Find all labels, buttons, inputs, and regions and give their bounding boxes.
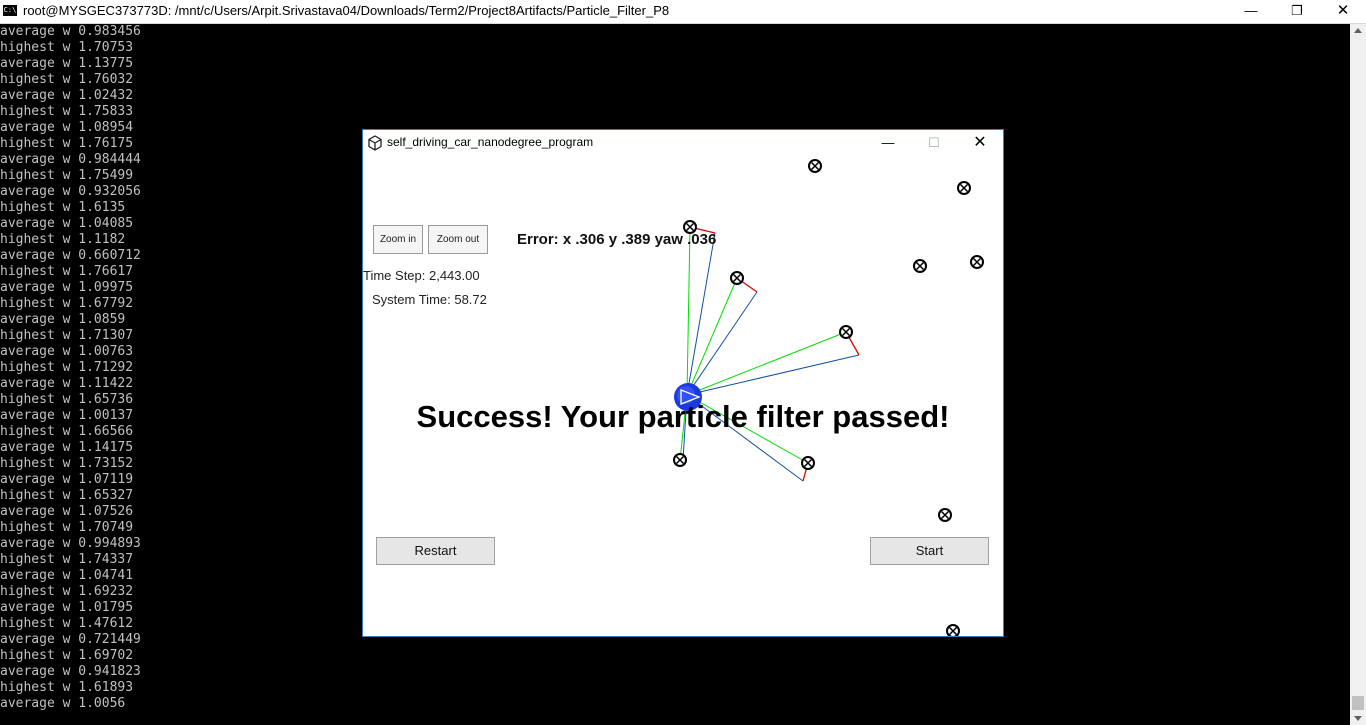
close-icon[interactable]: ✕ — [1320, 0, 1366, 23]
zoom-out-button[interactable]: Zoom out — [428, 225, 488, 254]
scroll-down-icon[interactable] — [1354, 716, 1362, 721]
terminal-scrollbar[interactable] — [1350, 24, 1366, 725]
start-button[interactable]: Start — [870, 537, 989, 565]
terminal-line: average w 1.0056 — [0, 696, 126, 711]
observation-line — [686, 226, 691, 396]
terminal-line: average w 1.13775 — [0, 56, 134, 71]
landmark-icon — [673, 453, 687, 467]
landmark-icon — [970, 255, 984, 269]
sim-maximize-icon[interactable]: ☐ — [911, 130, 957, 156]
zoom-in-button[interactable]: Zoom in — [373, 225, 423, 254]
terminal-line: highest w 1.75833 — [0, 104, 134, 119]
landmark-icon — [938, 508, 952, 522]
terminal-line: highest w 1.61893 — [0, 680, 134, 695]
terminal-line: average w 1.02432 — [0, 88, 134, 103]
sim-minimize-icon[interactable]: — — [865, 130, 911, 156]
terminal-line: average w 0.983456 — [0, 24, 141, 39]
prediction-line — [686, 291, 758, 396]
terminal-titlebar: C:\ root@MYSGEC373773D: /mnt/c/Users/Arp… — [0, 0, 1366, 24]
simulator-window: self_driving_car_nanodegree_program — ☐ … — [362, 129, 1004, 637]
terminal-line: highest w 1.76032 — [0, 72, 134, 87]
terminal-line: highest w 1.69702 — [0, 648, 134, 663]
observation-line — [686, 277, 738, 396]
restore-icon[interactable]: ❐ — [1274, 0, 1320, 23]
landmark-icon — [730, 271, 744, 285]
terminal-line: average w 0.941823 — [0, 664, 141, 679]
system-time: System Time: 58.72 — [372, 292, 487, 307]
landmark-icon — [913, 259, 927, 273]
landmark-icon — [808, 159, 822, 173]
sim-close-icon[interactable]: ✕ — [957, 130, 1003, 156]
scrollbar-thumb[interactable] — [1352, 696, 1364, 710]
landmark-icon — [801, 456, 815, 470]
observation-lines — [679, 226, 860, 482]
simulator-title: self_driving_car_nanodegree_program — [387, 135, 594, 149]
terminal-title: root@MYSGEC373773D: /mnt/c/Users/Arpit.S… — [23, 3, 670, 18]
error-readout: Error: x .306 y .389 yaw .036 — [517, 231, 717, 248]
landmark-icon — [839, 325, 853, 339]
minimize-icon[interactable]: — — [1228, 0, 1274, 23]
simulator-titlebar: self_driving_car_nanodegree_program — ☐ … — [363, 130, 1003, 156]
success-message: Success! Your particle filter passed! — [416, 399, 950, 434]
landmark-icon — [946, 624, 960, 636]
time-step: Time Step: 2,443.00 — [363, 268, 480, 283]
scroll-up-icon[interactable] — [1354, 28, 1362, 33]
restart-button[interactable]: Restart — [376, 537, 495, 565]
landmark-icon — [957, 181, 971, 195]
terminal-icon: C:\ — [3, 5, 17, 16]
unity-icon — [368, 135, 382, 151]
terminal-line: highest w 1.70753 — [0, 40, 134, 55]
prediction-line — [686, 232, 716, 396]
